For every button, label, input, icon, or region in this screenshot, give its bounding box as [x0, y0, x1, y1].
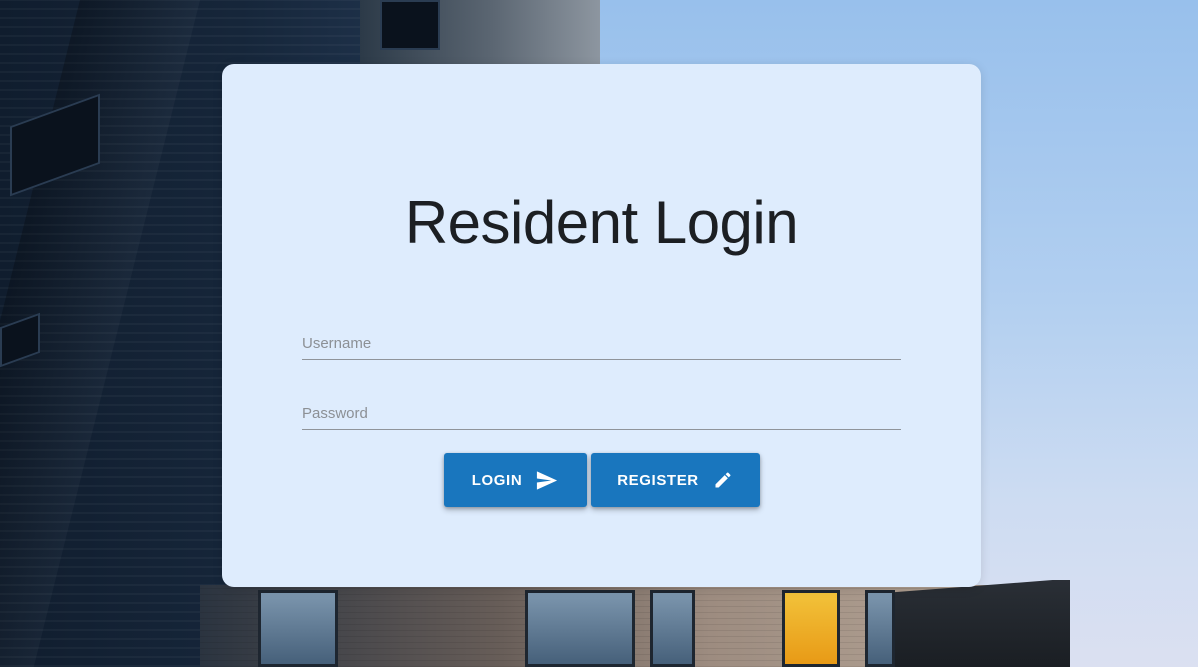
building-window	[258, 590, 338, 667]
send-icon	[536, 470, 558, 490]
username-input[interactable]	[302, 330, 901, 356]
login-button-label: LOGIN	[471, 471, 523, 489]
building-window	[380, 0, 440, 50]
login-card: Resident Login LOGIN REGISTER	[222, 64, 981, 587]
building-window	[865, 590, 895, 667]
building-balcony	[895, 580, 1070, 667]
building-window	[650, 590, 695, 667]
page-title: Resident Login	[404, 189, 799, 256]
form-actions: LOGIN REGISTER	[222, 453, 981, 507]
password-field-container	[302, 388, 901, 430]
login-button[interactable]: LOGIN	[443, 453, 587, 507]
pencil-icon	[713, 470, 733, 490]
password-input[interactable]	[302, 400, 901, 426]
building-window	[782, 590, 840, 667]
register-button[interactable]: REGISTER	[590, 453, 760, 507]
username-field-container	[302, 318, 901, 360]
building-window	[525, 590, 635, 667]
register-button-label: REGISTER	[617, 471, 699, 489]
